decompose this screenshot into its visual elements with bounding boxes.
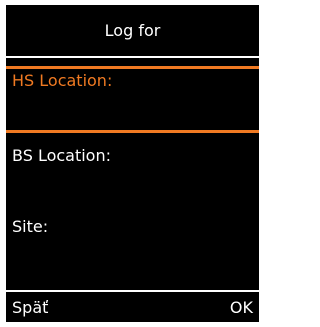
selection-line-top [6,66,259,69]
back-softkey[interactable]: Späť [12,298,48,317]
selection-line-bottom [6,130,259,133]
phone-display: Log for HS Location: BS Location: Site: … [6,5,259,322]
menu-item-bs-location[interactable]: BS Location: [12,146,111,165]
screen-title: Log for [104,21,161,40]
menu-item-hs-location[interactable]: HS Location: [12,71,112,90]
ok-softkey[interactable]: OK [230,298,253,317]
softkey-divider [6,290,259,292]
title-divider [6,56,259,58]
menu-item-site[interactable]: Site: [12,217,48,236]
